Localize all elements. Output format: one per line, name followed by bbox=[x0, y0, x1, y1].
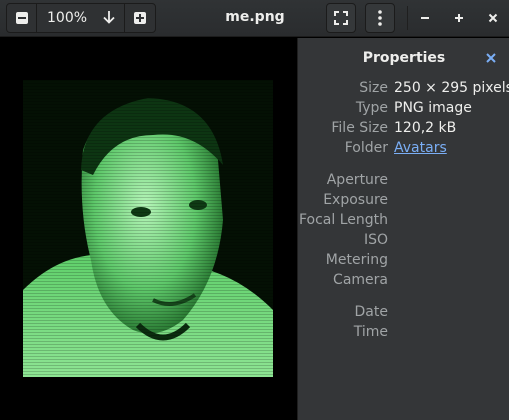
prop-value: 250 × 295 pixels bbox=[394, 80, 509, 96]
menu-button[interactable] bbox=[365, 3, 395, 33]
prop-row-time: Time bbox=[298, 322, 509, 342]
prop-label: File Size bbox=[331, 120, 388, 136]
zoom-controls: 100% bbox=[6, 3, 156, 33]
folder-link[interactable]: Avatars bbox=[394, 138, 447, 158]
zoom-out-icon bbox=[15, 12, 28, 24]
prop-row-type: Type PNG image bbox=[298, 98, 509, 118]
menu-dots-icon bbox=[378, 10, 382, 26]
properties-sidebar: Properties Size 250 × 295 pixels Type PN… bbox=[297, 38, 509, 420]
sidebar-close-button[interactable] bbox=[484, 51, 498, 65]
prop-label: Focal Length bbox=[298, 212, 388, 228]
prop-label: Time bbox=[353, 324, 388, 340]
prop-row-focal-length: Focal Length bbox=[298, 210, 509, 230]
fullscreen-icon bbox=[334, 11, 348, 25]
minimize-icon bbox=[421, 17, 429, 19]
prop-label: Camera bbox=[333, 272, 388, 288]
prop-row-date: Date bbox=[298, 302, 509, 322]
prop-row-camera: Camera bbox=[298, 270, 509, 290]
maximize-button[interactable] bbox=[444, 3, 474, 33]
prop-value: 120,2 kB bbox=[394, 120, 457, 136]
zoom-in-icon bbox=[134, 12, 146, 24]
image-canvas[interactable] bbox=[0, 38, 297, 420]
sidebar-close-icon bbox=[486, 53, 496, 63]
image-preview bbox=[23, 80, 273, 377]
prop-label: Type bbox=[355, 100, 388, 116]
close-icon bbox=[488, 13, 498, 23]
header-bar: 100% me.png bbox=[0, 0, 509, 37]
prop-label: Folder bbox=[344, 140, 388, 156]
prop-label: Size bbox=[359, 80, 388, 96]
header-separator bbox=[407, 6, 408, 30]
prop-label: Date bbox=[354, 304, 388, 320]
fullscreen-button[interactable] bbox=[326, 3, 356, 33]
arrow-down-icon bbox=[102, 9, 116, 29]
minimize-button[interactable] bbox=[410, 3, 440, 33]
prop-row-exposure: Exposure bbox=[298, 190, 509, 210]
prop-label: Exposure bbox=[323, 192, 388, 208]
prop-row-aperture: Aperture bbox=[298, 170, 509, 190]
prop-label: ISO bbox=[363, 232, 388, 248]
prop-value: PNG image bbox=[394, 100, 472, 116]
zoom-in-button[interactable] bbox=[125, 4, 155, 32]
zoom-level-label: 100% bbox=[47, 10, 88, 26]
prop-row-metering: Metering bbox=[298, 250, 509, 270]
zoom-level-dropdown[interactable]: 100% bbox=[37, 4, 125, 32]
zoom-out-button[interactable] bbox=[7, 4, 37, 32]
window-title: me.png bbox=[225, 9, 285, 25]
prop-label: Metering bbox=[325, 252, 388, 268]
prop-row-folder: Folder Avatars bbox=[298, 138, 509, 158]
close-window-button[interactable] bbox=[478, 3, 508, 33]
portrait-image bbox=[23, 80, 273, 377]
maximize-icon bbox=[455, 14, 463, 22]
prop-row-iso: ISO bbox=[298, 230, 509, 250]
prop-row-size: Size 250 × 295 pixels bbox=[298, 78, 509, 98]
prop-row-file-size: File Size 120,2 kB bbox=[298, 118, 509, 138]
sidebar-title: Properties bbox=[362, 50, 446, 66]
prop-label: Aperture bbox=[326, 172, 388, 188]
